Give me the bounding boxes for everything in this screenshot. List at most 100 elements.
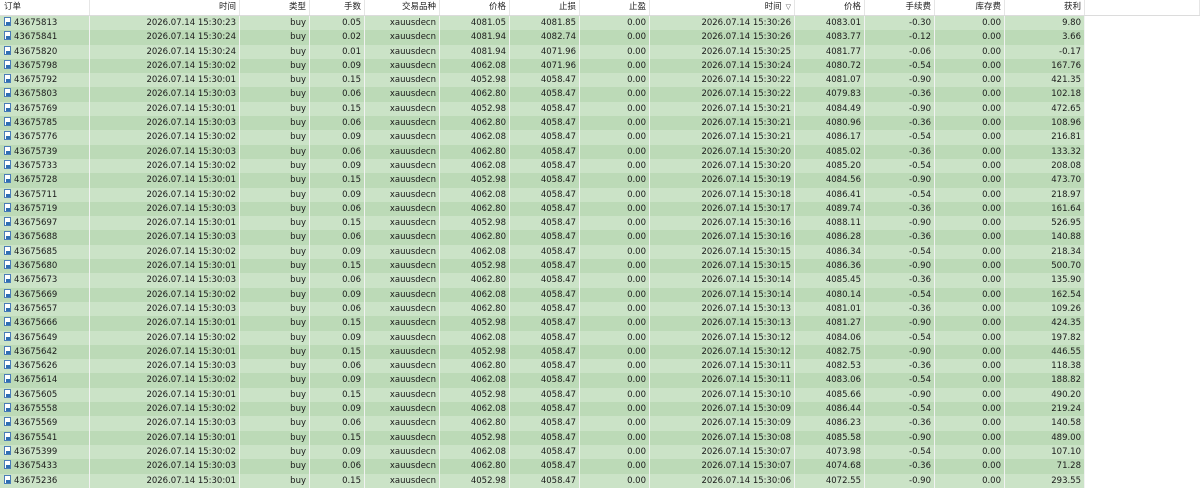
table-row[interactable]: 43675558 2026.07.14 15:30:02 buy 0.09 xauusd… [0,402,1200,417]
table-row[interactable]: 43675719 2026.07.14 15:30:03 buy 0.06 xauusd… [0,201,1200,217]
table-row[interactable]: 43675792 2026.07.14 15:30:01 buy 0.15 xauusd… [0,73,1200,88]
cell-close-price: 4088.11 [795,216,865,231]
column-header-take-profit[interactable]: 止盈 [580,0,650,15]
order-document-icon [4,274,11,284]
cell-tp: 0.00 [580,58,650,74]
column-header-order[interactable]: 订单 [0,0,90,15]
column-header-stop-loss[interactable]: 止损 [510,0,580,15]
cell-sl: 4058.47 [510,473,580,488]
column-header-open-price[interactable]: 价格 [440,0,510,15]
order-document-icon [4,131,11,141]
cell-lots: 0.06 [310,359,365,374]
table-row[interactable]: 43675798 2026.07.14 15:30:02 buy 0.09 xauusd… [0,58,1200,74]
cell-type: buy [240,44,310,59]
cell-close-time: 2026.07.14 15:30:15 [650,259,795,274]
table-row[interactable]: 43675785 2026.07.14 15:30:03 buy 0.06 xauusd… [0,116,1200,131]
column-header-swap[interactable]: 库存费 [935,0,1005,15]
cell-sl: 4058.47 [510,244,580,260]
table-row[interactable]: 43675803 2026.07.14 15:30:03 buy 0.06 xauusd… [0,87,1200,102]
table-row[interactable]: 43675669 2026.07.14 15:30:02 buy 0.09 xauusd… [0,287,1200,302]
cell-tp: 0.00 [580,73,650,88]
column-header-profit[interactable]: 获利 [1005,0,1085,15]
cell-commission: -0.54 [865,287,935,302]
table-row[interactable]: 43675605 2026.07.14 15:30:01 buy 0.15 xauusd… [0,387,1200,403]
table-row[interactable]: 43675433 2026.07.14 15:30:03 buy 0.06 xauusd… [0,459,1200,474]
cell-order: 43675433 [0,459,90,474]
table-row[interactable]: 43675666 2026.07.14 15:30:01 buy 0.15 xauusd… [0,316,1200,331]
table-row[interactable]: 43675236 2026.07.14 15:30:01 buy 0.15 xauusd… [0,473,1200,488]
cell-swap: 0.00 [935,58,1005,74]
order-number: 43675680 [14,261,58,272]
column-header-filler [1085,0,1200,15]
cell-order: 43675803 [0,87,90,102]
column-header-symbol[interactable]: 交易品种 [365,0,440,15]
row-filler [1085,216,1200,231]
cell-tp: 0.00 [580,101,650,117]
cell-commission: -0.90 [865,430,935,445]
table-row[interactable]: 43675813 2026.07.14 15:30:23 buy 0.05 xauusd… [0,16,1200,31]
table-row[interactable]: 43675657 2026.07.14 15:30:03 buy 0.06 xauusd… [0,301,1200,317]
table-row[interactable]: 43675614 2026.07.14 15:30:02 buy 0.09 xauusd… [0,373,1200,388]
table-row[interactable]: 43675688 2026.07.14 15:30:03 buy 0.06 xauusd… [0,230,1200,245]
column-header-close-time[interactable]: 时间 ▽ [650,0,795,15]
cell-swap: 0.00 [935,216,1005,231]
order-document-icon [4,145,11,155]
table-row[interactable]: 43675841 2026.07.14 15:30:24 buy 0.02 xauusd… [0,30,1200,45]
cell-close-time: 2026.07.14 15:30:06 [650,473,795,488]
order-number: 43675697 [14,218,58,229]
column-header-commission[interactable]: 手续费 [865,0,935,15]
table-row[interactable]: 43675626 2026.07.14 15:30:03 buy 0.06 xauusd… [0,359,1200,374]
table-row[interactable]: 43675673 2026.07.14 15:30:03 buy 0.06 xauusd… [0,273,1200,288]
cell-open-time: 2026.07.14 15:30:01 [90,73,240,88]
order-number: 43675798 [14,60,58,71]
cell-profit: 102.18 [1005,87,1085,102]
table-row[interactable]: 43675685 2026.07.14 15:30:02 buy 0.09 xauusd… [0,244,1200,260]
column-header-close-price[interactable]: 价格 [795,0,865,15]
cell-close-time: 2026.07.14 15:30:12 [650,344,795,360]
table-row[interactable]: 43675569 2026.07.14 15:30:03 buy 0.06 xauusd… [0,416,1200,431]
table-row[interactable]: 43675642 2026.07.14 15:30:01 buy 0.15 xauusd… [0,344,1200,360]
cell-swap: 0.00 [935,473,1005,488]
column-header-type[interactable]: 类型 [240,0,310,15]
cell-open-time: 2026.07.14 15:30:24 [90,30,240,45]
order-number: 43675673 [14,275,58,286]
cell-close-price: 4080.14 [795,287,865,302]
column-header-open-time[interactable]: 时间 [90,0,240,15]
cell-profit: 526.95 [1005,216,1085,231]
row-filler [1085,373,1200,388]
cell-symbol: xauusdecn [365,187,440,202]
cell-sl: 4058.47 [510,430,580,445]
cell-type: buy [240,216,310,231]
cell-commission: -0.12 [865,30,935,45]
table-row[interactable]: 43675739 2026.07.14 15:30:03 buy 0.06 xauusd… [0,144,1200,159]
table-row[interactable]: 43675649 2026.07.14 15:30:02 buy 0.09 xauusd… [0,330,1200,345]
order-document-icon [4,31,11,41]
cell-type: buy [240,116,310,131]
table-row[interactable]: 43675728 2026.07.14 15:30:01 buy 0.15 xauusd… [0,173,1200,188]
cell-lots: 0.09 [310,330,365,345]
cell-tp: 0.00 [580,201,650,217]
column-header-lots[interactable]: 手数 [310,0,365,15]
cell-lots: 0.06 [310,273,365,288]
cell-swap: 0.00 [935,116,1005,131]
cell-open-time: 2026.07.14 15:30:02 [90,287,240,302]
cell-order: 43675657 [0,301,90,317]
cell-commission: -0.36 [865,201,935,217]
row-filler [1085,116,1200,131]
order-number: 43675688 [14,232,58,243]
table-row[interactable]: 43675820 2026.07.14 15:30:24 buy 0.01 xauusd… [0,44,1200,59]
cell-open-price: 4062.08 [440,58,510,74]
table-row[interactable]: 43675680 2026.07.14 15:30:01 buy 0.15 xauusd… [0,259,1200,274]
table-row[interactable]: 43675399 2026.07.14 15:30:02 buy 0.09 xauusd… [0,444,1200,460]
table-row[interactable]: 43675711 2026.07.14 15:30:02 buy 0.09 xauusd… [0,187,1200,202]
table-row[interactable]: 43675776 2026.07.14 15:30:02 buy 0.09 xauusd… [0,130,1200,145]
table-row[interactable]: 43675697 2026.07.14 15:30:01 buy 0.15 xauusd… [0,216,1200,231]
table-row[interactable]: 43675733 2026.07.14 15:30:02 buy 0.09 xauusd… [0,158,1200,174]
cell-lots: 0.09 [310,187,365,202]
order-number: 43675792 [14,75,58,86]
table-row[interactable]: 43675769 2026.07.14 15:30:01 buy 0.15 xauusd… [0,101,1200,117]
cell-tp: 0.00 [580,387,650,403]
cell-lots: 0.15 [310,259,365,274]
table-row[interactable]: 43675541 2026.07.14 15:30:01 buy 0.15 xauusd… [0,430,1200,445]
cell-swap: 0.00 [935,373,1005,388]
